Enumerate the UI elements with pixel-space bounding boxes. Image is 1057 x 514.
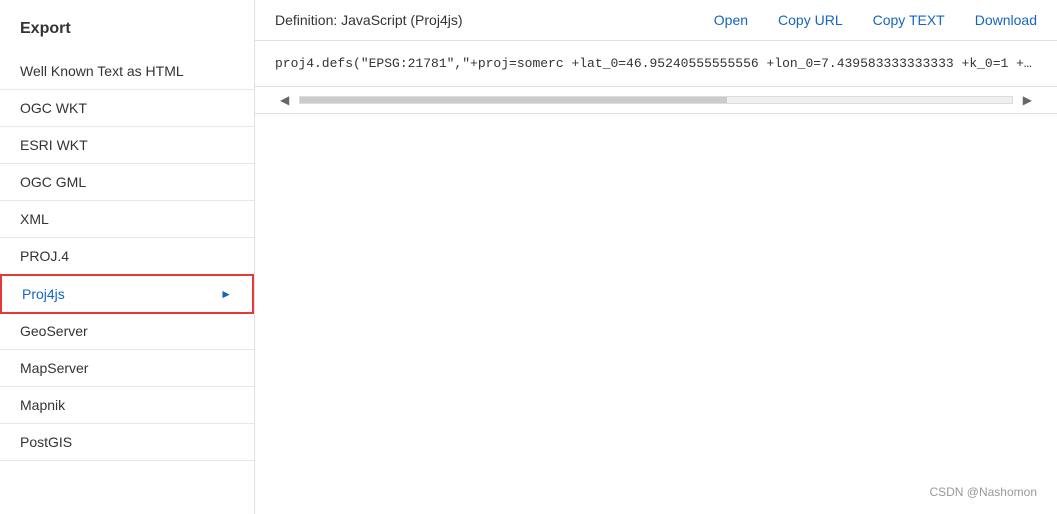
scroll-left-arrow[interactable]: ◀ bbox=[275, 91, 294, 109]
code-area: proj4.defs("EPSG:21781","+proj=somerc +l… bbox=[255, 41, 1057, 87]
sidebar: Export Well Known Text as HTML OGC WKT E… bbox=[0, 0, 255, 514]
watermark: CSDN @Nashomon bbox=[929, 485, 1037, 499]
sidebar-item-xml[interactable]: XML bbox=[0, 201, 254, 238]
scrollbar-container[interactable]: ◀ ▶ bbox=[255, 87, 1057, 114]
top-bar: Definition: JavaScript (Proj4js) Open Co… bbox=[255, 0, 1057, 41]
sidebar-item-link[interactable]: Proj4js bbox=[22, 286, 65, 302]
main-content: Definition: JavaScript (Proj4js) Open Co… bbox=[255, 0, 1057, 514]
sidebar-item-esri-wkt[interactable]: ESRI WKT bbox=[0, 127, 254, 164]
code-content: proj4.defs("EPSG:21781","+proj=somerc +l… bbox=[275, 56, 1037, 71]
sidebar-item-ogc-wkt[interactable]: OGC WKT bbox=[0, 90, 254, 127]
scrollbar-track[interactable] bbox=[299, 96, 1013, 104]
definition-title: Definition: JavaScript (Proj4js) bbox=[275, 12, 463, 28]
sidebar-item-label: MapServer bbox=[20, 360, 88, 376]
sidebar-item-proj4[interactable]: PROJ.4 bbox=[0, 238, 254, 275]
sidebar-item-ogc-gml[interactable]: OGC GML bbox=[0, 164, 254, 201]
chevron-right-icon: ► bbox=[220, 287, 232, 301]
top-actions: Open Copy URL Copy TEXT Download bbox=[714, 12, 1037, 28]
sidebar-item-label: Well Known Text as HTML bbox=[20, 63, 184, 79]
sidebar-title: Export bbox=[0, 20, 254, 53]
download-button[interactable]: Download bbox=[975, 12, 1037, 28]
sidebar-item-label: PROJ.4 bbox=[20, 248, 69, 264]
sidebar-item-label: PostGIS bbox=[20, 434, 72, 450]
sidebar-item-label: ESRI WKT bbox=[20, 137, 88, 153]
scroll-right-arrow[interactable]: ▶ bbox=[1018, 91, 1037, 109]
sidebar-item-wkt-html[interactable]: Well Known Text as HTML bbox=[0, 53, 254, 90]
sidebar-item-mapnik[interactable]: Mapnik bbox=[0, 387, 254, 424]
open-link[interactable]: Open bbox=[714, 12, 748, 28]
sidebar-item-postgis[interactable]: PostGIS bbox=[0, 424, 254, 461]
copy-text-button[interactable]: Copy TEXT bbox=[873, 12, 945, 28]
sidebar-item-label: OGC GML bbox=[20, 174, 86, 190]
sidebar-item-geoserver[interactable]: GeoServer bbox=[0, 313, 254, 350]
sidebar-item-label: GeoServer bbox=[20, 323, 88, 339]
scrollbar-thumb[interactable] bbox=[300, 97, 727, 103]
sidebar-item-label: OGC WKT bbox=[20, 100, 87, 116]
sidebar-item-label: Mapnik bbox=[20, 397, 65, 413]
sidebar-item-mapserver[interactable]: MapServer bbox=[0, 350, 254, 387]
sidebar-item-label: XML bbox=[20, 211, 49, 227]
sidebar-item-proj4js[interactable]: Proj4js ► bbox=[0, 274, 254, 314]
copy-url-button[interactable]: Copy URL bbox=[778, 12, 843, 28]
